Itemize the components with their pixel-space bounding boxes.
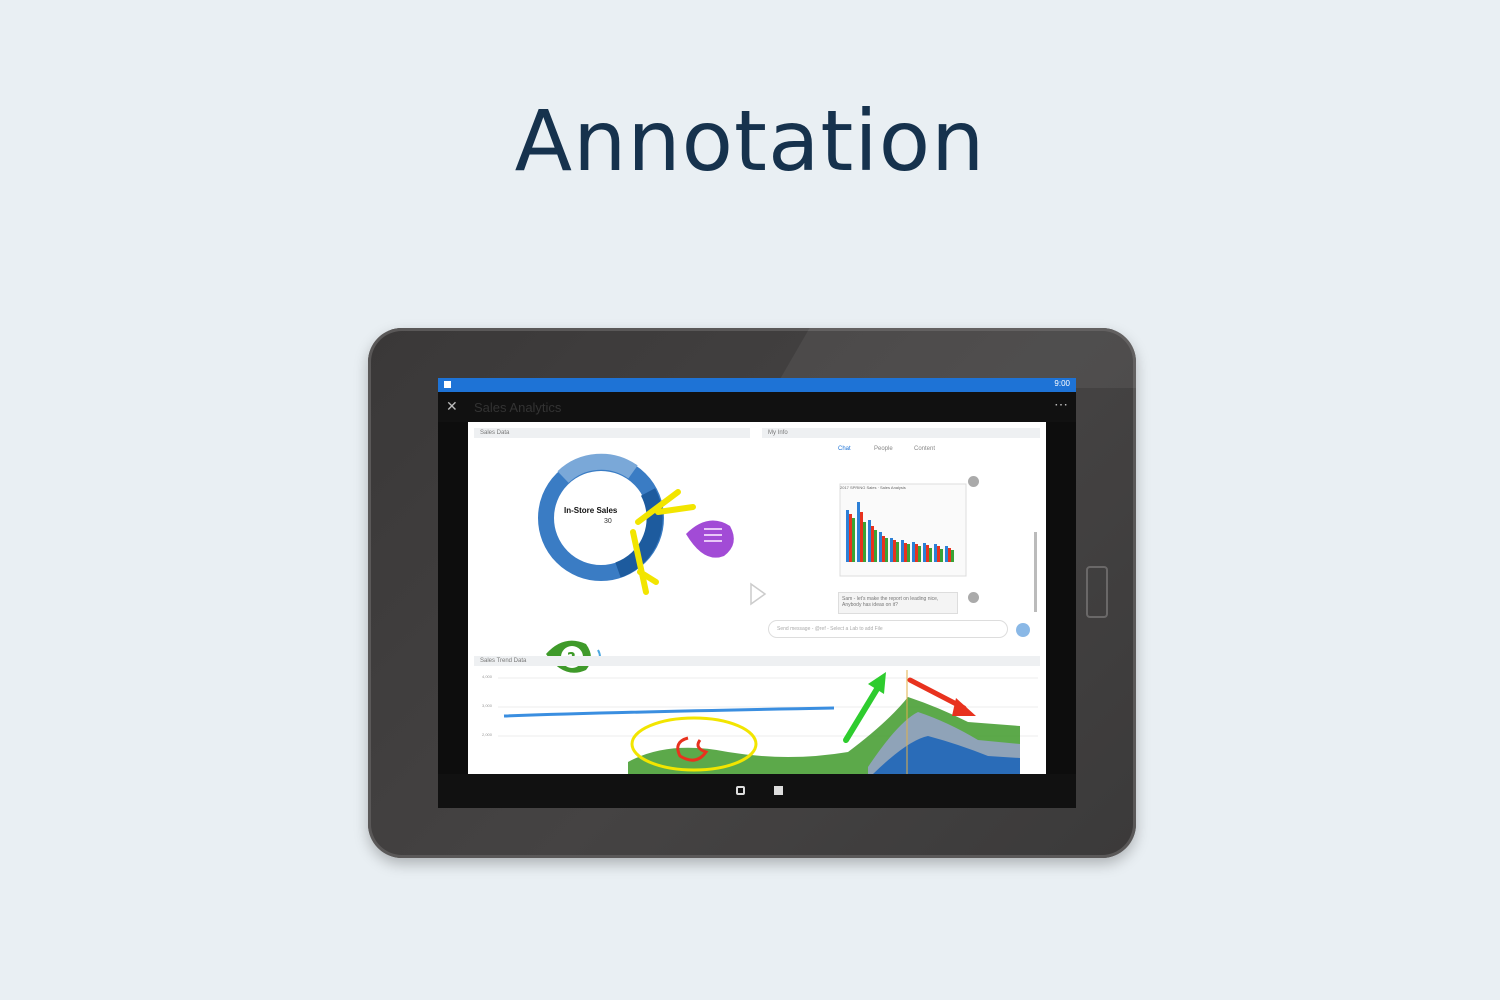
notification-icon	[444, 381, 451, 388]
send-icon[interactable]	[1016, 623, 1030, 637]
chat-message: Sam - let's make the report on leading n…	[838, 592, 958, 614]
tab-chat[interactable]: Chat	[838, 446, 851, 452]
nav-back-icon[interactable]	[736, 786, 745, 795]
status-time: 9:00	[1054, 379, 1070, 388]
tab-content[interactable]: Content	[914, 446, 935, 452]
app-title: Sales Analytics	[474, 400, 562, 415]
page-title: Annotation	[514, 92, 986, 190]
tablet-home-button[interactable]	[1086, 566, 1108, 618]
tablet-device: 9:00 ✕ Sales Analytics ⋯ Sales Data In-S…	[368, 328, 1136, 858]
y-tick: 2,000	[482, 732, 493, 737]
donut-value: 30	[604, 518, 612, 525]
close-icon[interactable]: ✕	[446, 398, 458, 415]
tab-people[interactable]: People	[874, 446, 893, 452]
system-nav-bar	[438, 774, 1076, 808]
y-tick: 4,000	[482, 674, 493, 679]
trend-line	[503, 706, 835, 718]
compose-input[interactable]: Send message - @ref - Select a Lab to ad…	[768, 620, 1008, 638]
chat-scrollbar	[1034, 532, 1037, 612]
chat-card-title: 2017 SPRING Sales · Sales Analysis	[840, 485, 906, 490]
dashboard-graphics: ?	[498, 453, 1038, 774]
status-bar: 9:00	[438, 378, 1076, 392]
y-tick: 3,000	[482, 703, 493, 708]
avatar	[968, 476, 979, 487]
chat-panel-header: My Info	[762, 428, 1040, 438]
expand-icon	[750, 582, 767, 606]
more-icon[interactable]: ⋯	[1054, 396, 1068, 413]
trend-panel-header: Sales Trend Data	[474, 656, 1040, 666]
nav-home-icon[interactable]	[774, 786, 783, 795]
purple-callout	[686, 520, 734, 558]
chat-message-text: Sam - let's make the report on leading n…	[842, 596, 939, 608]
dashboard-content: Sales Data In-Store Sales 30 My Info Cha…	[468, 422, 1046, 774]
avatar	[968, 592, 979, 603]
donut-label: In-Store Sales	[564, 506, 618, 515]
donut-segment-light	[557, 453, 638, 484]
tablet-screen: 9:00 ✕ Sales Analytics ⋯ Sales Data In-S…	[438, 378, 1076, 808]
app-bar: ✕ Sales Analytics ⋯	[438, 392, 1076, 422]
